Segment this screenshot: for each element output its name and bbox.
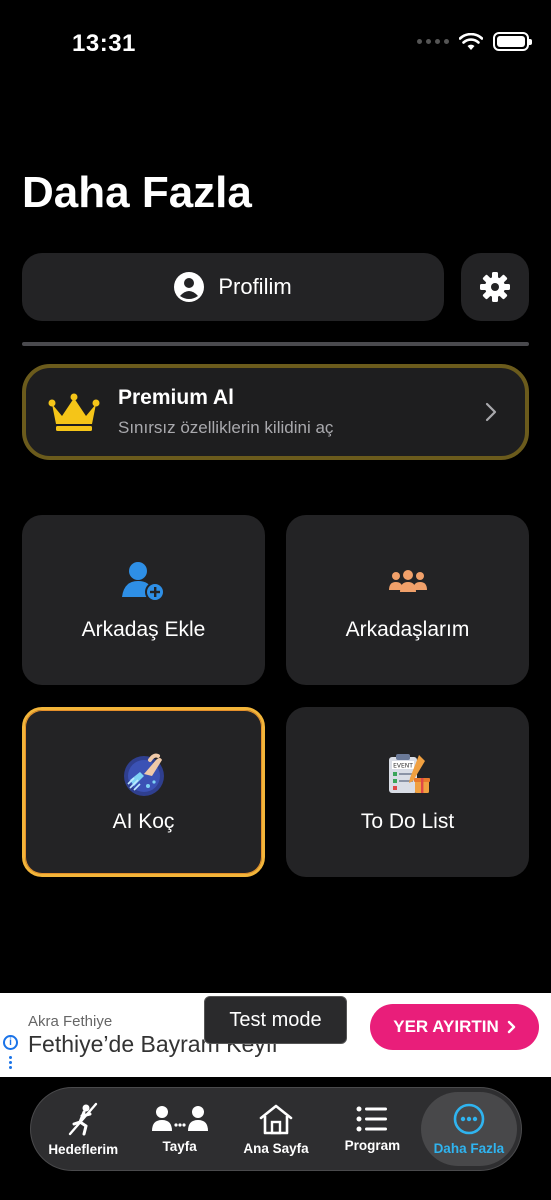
- tab-bar: Hedeflerim Tayfa Ana Sayfa Program Daha …: [30, 1087, 522, 1171]
- crown-icon: [48, 393, 100, 431]
- ai-coach-label: AI Koç: [112, 810, 175, 833]
- clipboard-event-icon: EVENT: [385, 750, 431, 798]
- status-time: 13:31: [72, 30, 136, 57]
- my-friends-card[interactable]: Arkadaşlarım: [286, 515, 529, 685]
- tab-hedeflerim[interactable]: Hedeflerim: [35, 1092, 131, 1166]
- battery-icon: [493, 32, 532, 51]
- chevron-right-icon: [471, 402, 511, 422]
- list-icon: [356, 1106, 388, 1131]
- todo-label: To Do List: [360, 810, 455, 833]
- gear-icon: [480, 272, 510, 302]
- tab-label: Program: [344, 1137, 401, 1153]
- tab-program[interactable]: Program: [324, 1092, 420, 1166]
- profile-label: Profilim: [218, 274, 292, 299]
- ad-advertiser: Akra Fethiye: [28, 1013, 113, 1030]
- tab-label: Hedeflerim: [48, 1141, 119, 1157]
- ai-robot-hand-icon: [120, 750, 168, 798]
- signal-icon: [417, 39, 449, 44]
- chevron-right-icon: [507, 1020, 515, 1034]
- profile-button[interactable]: Profilim: [22, 253, 444, 321]
- svg-text:EVENT: EVENT: [393, 763, 413, 770]
- premium-title: Premium Al: [118, 386, 234, 409]
- group-icon: [151, 1105, 208, 1131]
- home-icon: [259, 1104, 293, 1134]
- todo-card[interactable]: EVENT To Do List: [286, 707, 529, 877]
- tab-label: Ana Sayfa: [243, 1140, 309, 1156]
- add-friend-card[interactable]: Arkadaş Ekle: [22, 515, 265, 685]
- premium-banner[interactable]: Premium Al Sınırsız özelliklerin kilidin…: [22, 364, 529, 460]
- tab-label: Tayfa: [162, 1138, 197, 1154]
- add-user-icon: [121, 558, 166, 606]
- ad-more-icon[interactable]: [9, 1056, 12, 1069]
- ad-cta-button[interactable]: YER AYIRTIN: [370, 1004, 539, 1050]
- divider: [22, 342, 529, 346]
- more-icon: [453, 1103, 485, 1134]
- settings-button[interactable]: [461, 253, 529, 321]
- wifi-icon: [459, 32, 483, 50]
- test-mode-label: Test mode: [204, 996, 347, 1044]
- ai-coach-card[interactable]: AI Koç: [22, 707, 265, 877]
- page-title: Daha Fazla: [22, 168, 252, 217]
- premium-subtitle: Sınırsız özelliklerin kilidini aç: [118, 418, 334, 437]
- status-icons: [417, 32, 532, 51]
- my-friends-label: Arkadaşlarım: [345, 618, 470, 641]
- tab-daha-fazla[interactable]: Daha Fazla: [420, 1092, 518, 1166]
- tab-ana-sayfa[interactable]: Ana Sayfa: [228, 1092, 324, 1166]
- tab-tayfa[interactable]: Tayfa: [131, 1092, 227, 1166]
- ad-cta-label: YER AYIRTIN: [393, 1017, 499, 1036]
- pole-vault-icon: [69, 1102, 98, 1135]
- info-icon[interactable]: i: [3, 1035, 18, 1050]
- status-bar: 13:31: [0, 0, 551, 90]
- add-friend-label: Arkadaş Ekle: [81, 618, 206, 641]
- user-circle-icon: [174, 272, 205, 302]
- friends-group-icon: [387, 558, 429, 606]
- tab-label: Daha Fazla: [433, 1140, 505, 1156]
